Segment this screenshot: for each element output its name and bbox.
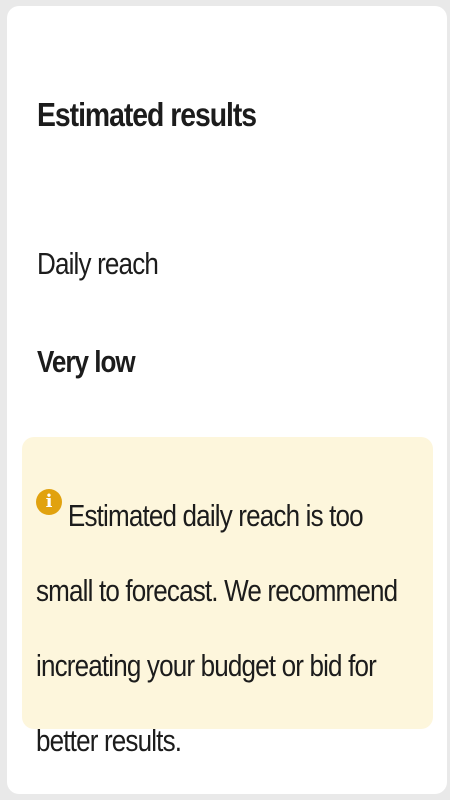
card-title: Estimated results bbox=[37, 96, 257, 133]
warning-notice: i Estimated daily reach is too small to … bbox=[22, 437, 433, 758]
notice-message: Estimated daily reach is too small to fo… bbox=[36, 498, 398, 758]
estimated-results-card: Estimated results Daily reach Very low i… bbox=[7, 6, 447, 794]
daily-reach-label: Daily reach bbox=[37, 246, 159, 281]
daily-reach-value: Very low bbox=[37, 344, 136, 379]
